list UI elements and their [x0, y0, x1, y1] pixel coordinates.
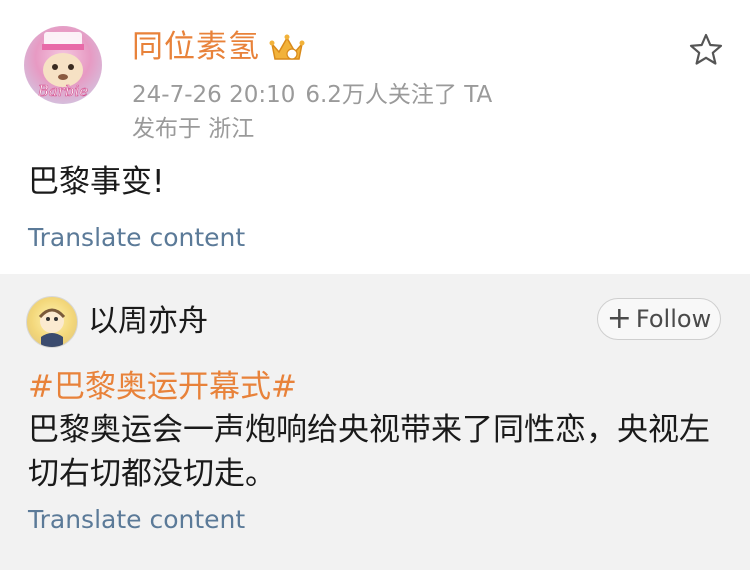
repost-avatar-image [38, 308, 66, 347]
star-icon[interactable] [688, 32, 724, 68]
follow-button[interactable]: + Follow [597, 298, 721, 340]
follow-label: Follow [635, 305, 712, 333]
post-location: 发布于 浙江 [132, 116, 255, 142]
plus-icon: + [606, 301, 632, 336]
translate-link[interactable]: Translate content [28, 504, 245, 536]
post-text: 巴黎事变! [28, 164, 165, 200]
repost-author-avatar[interactable] [26, 296, 78, 348]
follower-count: 6.2万人关注了 TA [305, 82, 493, 108]
reposted-card[interactable]: 以周亦舟 + Follow #巴黎奥运开幕式# 巴黎奥运会一声炮响给央视带来了同… [0, 274, 750, 570]
original-post: Barbie 同位素氢 24-7-26 20:10 6.2万人关注了 TA 发布于… [0, 0, 750, 274]
crown-icon [269, 34, 305, 60]
repost-author-name[interactable]: 以周亦舟 [88, 302, 208, 342]
post-date: 24-7-26 20:10 [132, 82, 296, 108]
author-name[interactable]: 同位素氢 [132, 27, 260, 67]
post-meta: 24-7-26 20:10 6.2万人关注了 TA [132, 80, 502, 110]
repost-text: 巴黎奥运会一声炮响给央视带来了同性恋，央视左切右切都没切走。 [28, 412, 710, 492]
hashtag-link[interactable]: #巴黎奥运开幕式# [28, 366, 297, 408]
translate-link[interactable]: Translate content [28, 222, 245, 254]
avatar-logo-text: Barbie [37, 82, 89, 100]
avatar-image: Barbie [36, 32, 89, 100]
author-avatar[interactable]: Barbie [24, 26, 102, 104]
